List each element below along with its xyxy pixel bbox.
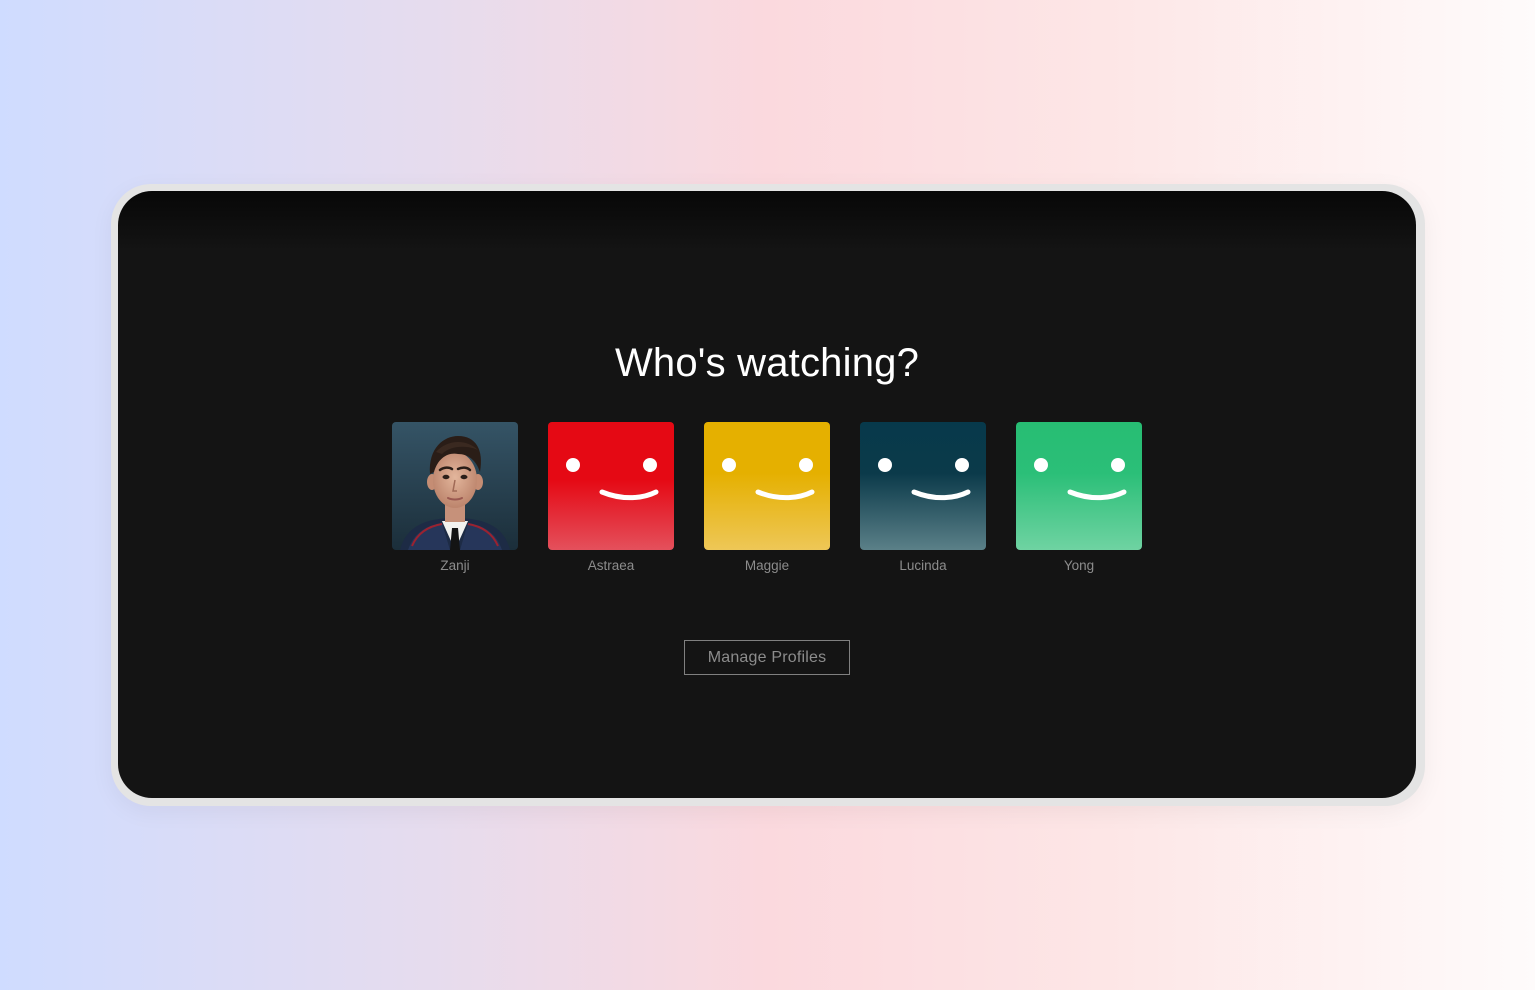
smiley-icon	[1016, 422, 1142, 550]
profile-name: Maggie	[744, 558, 790, 573]
smiley-avatar[interactable]	[860, 422, 986, 550]
profile-name: Zanji	[440, 558, 470, 573]
profile-name: Yong	[1063, 558, 1095, 573]
smiley-avatar[interactable]	[548, 422, 674, 550]
smiley-icon	[704, 422, 830, 550]
smiley-avatar[interactable]	[704, 422, 830, 550]
manage-profiles-button[interactable]: Manage Profiles	[684, 640, 850, 675]
profile-maggie[interactable]: Maggie	[704, 422, 830, 573]
profile-lucinda[interactable]: Lucinda	[860, 422, 986, 573]
device-frame: Who's watching? Zanji Astraea Maggie Luc…	[111, 184, 1425, 806]
page-title: Who's watching?	[614, 341, 920, 385]
profile-photo[interactable]	[392, 422, 518, 550]
portrait-image	[392, 422, 518, 550]
profile-name: Astraea	[587, 558, 635, 573]
profile-yong[interactable]: Yong	[1016, 422, 1142, 573]
profile-zanji[interactable]: Zanji	[392, 422, 518, 573]
profile-name: Lucinda	[899, 558, 947, 573]
profile-astraea[interactable]: Astraea	[548, 422, 674, 573]
profile-select-screen: Who's watching? Zanji Astraea Maggie Luc…	[118, 191, 1416, 798]
smiley-icon	[548, 422, 674, 550]
profile-list: Zanji Astraea Maggie Lucinda Yong	[392, 422, 1142, 573]
smiley-avatar[interactable]	[1016, 422, 1142, 550]
smiley-icon	[860, 422, 986, 550]
